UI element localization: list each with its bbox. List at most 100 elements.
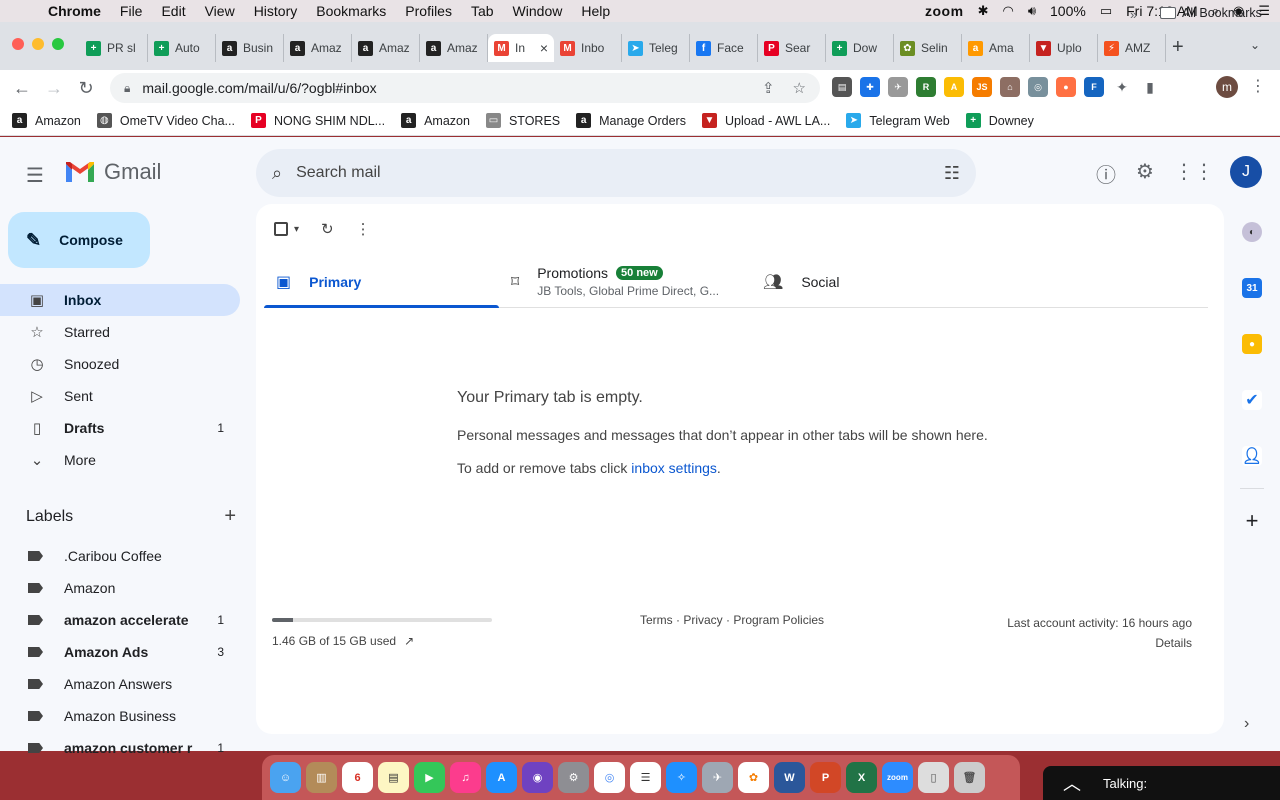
browser-tab[interactable]: f Face xyxy=(690,34,758,62)
minimize-window-button[interactable] xyxy=(32,38,44,50)
menu-app-name[interactable]: Chrome xyxy=(48,3,101,19)
search-options-icon[interactable]: ☷ xyxy=(944,163,960,184)
nav-item-snoozed[interactable]: ◷ Snoozed xyxy=(0,348,240,380)
side-app[interactable]: 31 xyxy=(1228,260,1276,316)
facetime-dock-icon[interactable]: ▶ xyxy=(414,762,445,793)
extension-icon[interactable]: ✈ xyxy=(888,77,908,97)
extension-icon[interactable]: A xyxy=(944,77,964,97)
nav-item-drafts[interactable]: ▯ Drafts 1 xyxy=(0,412,240,444)
downloads-dock-icon[interactable]: ▯ xyxy=(918,762,949,793)
side-app[interactable]: ✔ xyxy=(1228,372,1276,428)
browser-tab[interactable]: a Busin xyxy=(216,34,284,62)
close-window-button[interactable] xyxy=(12,38,24,50)
extension-icon[interactable]: ▤ xyxy=(832,77,852,97)
zoom-talking-panel[interactable]: ︿ Talking: xyxy=(1043,766,1280,800)
side-panel-icon[interactable]: ▮ xyxy=(1140,77,1160,97)
browser-tab[interactable]: a Amaz xyxy=(352,34,420,62)
search-input[interactable] xyxy=(296,164,897,182)
menu-edit[interactable]: Edit xyxy=(161,3,185,19)
tab-social[interactable]: 👥︎ Social xyxy=(751,256,951,307)
battery-icon[interactable]: ▭ xyxy=(1100,3,1112,19)
browser-tab[interactable]: ➤ Teleg xyxy=(622,34,690,62)
browser-tab[interactable]: a Amaz xyxy=(284,34,352,62)
bookmark-item[interactable]: ➤ Telegram Web xyxy=(846,113,950,128)
menu-bookmarks[interactable]: Bookmarks xyxy=(316,3,386,19)
extension-icon[interactable]: R xyxy=(916,77,936,97)
bookmark-item[interactable]: P NONG SHIM NDL... xyxy=(250,113,385,128)
browser-tab[interactable]: + PR sl xyxy=(80,34,148,62)
browser-tab[interactable]: ⚡ AMZ xyxy=(1098,34,1166,62)
expand-chevron-right-icon[interactable]: › xyxy=(1244,715,1249,733)
back-button[interactable]: ← xyxy=(6,78,38,99)
details-link[interactable]: Details xyxy=(1007,633,1192,653)
reminders-dock-icon[interactable]: ☰ xyxy=(630,762,661,793)
label-item[interactable]: .Caribou Coffee xyxy=(0,540,240,572)
zoom-dock-icon[interactable]: zoom xyxy=(882,762,913,793)
music-dock-icon[interactable]: ♫ xyxy=(450,762,481,793)
open-external-icon[interactable]: ↗ xyxy=(404,634,414,648)
volume-icon[interactable]: 🔊︎ xyxy=(1028,3,1036,19)
inbox-settings-link[interactable]: inbox settings xyxy=(631,460,717,476)
lock-icon[interactable]: 🔒︎ xyxy=(124,81,130,96)
menu-view[interactable]: View xyxy=(205,3,235,19)
footer-links[interactable]: Terms · Privacy · Program Policies xyxy=(640,613,824,627)
label-item[interactable]: Amazon xyxy=(0,572,240,604)
select-dropdown-icon[interactable]: ▾ xyxy=(294,224,299,235)
create-label-plus-icon[interactable]: + xyxy=(224,505,236,528)
browser-tab[interactable]: ▼ Uplo xyxy=(1030,34,1098,62)
bookmark-star-icon[interactable]: ☆ xyxy=(793,79,806,97)
side-app[interactable]: ● xyxy=(1228,316,1276,372)
more-actions-icon[interactable]: ⋮ xyxy=(356,220,371,238)
menu-tab[interactable]: Tab xyxy=(471,3,494,19)
app-store-dock-icon[interactable]: A xyxy=(486,762,517,793)
account-avatar[interactable]: J xyxy=(1230,156,1262,188)
menu-file[interactable]: File xyxy=(120,3,143,19)
browser-tab[interactable]: + Dow xyxy=(826,34,894,62)
puzzle-extensions-icon[interactable]: ✦ xyxy=(1112,77,1132,97)
menu-window[interactable]: Window xyxy=(513,3,563,19)
chrome-menu-icon[interactable]: ⋮ xyxy=(1250,76,1266,96)
help-icon[interactable]: ⓘ xyxy=(1096,159,1116,188)
bookmark-item[interactable]: ◍ OmeTV Video Cha... xyxy=(96,113,235,128)
extension-icon[interactable]: ● xyxy=(1056,77,1076,97)
select-all-control[interactable]: ▾ xyxy=(274,222,299,236)
trash-dock-icon[interactable]: 🗑︎ xyxy=(954,762,985,793)
word-dock-icon[interactable]: W xyxy=(774,762,805,793)
extension-icon[interactable]: ◎ xyxy=(1028,77,1048,97)
label-item[interactable]: amazon accelerate 1 xyxy=(0,604,240,636)
bookmark-item[interactable]: a Manage Orders xyxy=(576,113,686,128)
finder-icon[interactable]: ☺ xyxy=(270,762,301,793)
maximize-window-button[interactable] xyxy=(52,38,64,50)
chrome-dock-icon[interactable]: ◎ xyxy=(594,762,625,793)
reload-button[interactable]: ↻ xyxy=(70,78,102,99)
browser-tab[interactable]: a Ama xyxy=(962,34,1030,62)
main-menu-icon[interactable]: ☰ xyxy=(26,163,44,188)
compose-button[interactable]: ✎ Compose xyxy=(8,212,150,268)
menu-help[interactable]: Help xyxy=(581,3,610,19)
side-app[interactable]: ◐ xyxy=(1228,204,1276,260)
calendar-dock-icon[interactable]: 6 xyxy=(342,762,373,793)
tab-primary[interactable]: ▣ Primary xyxy=(264,256,499,308)
bookmark-item[interactable]: a Amazon xyxy=(12,113,81,128)
nav-item-more[interactable]: ⌄ More xyxy=(0,444,240,476)
forward-button[interactable]: → xyxy=(38,78,70,99)
gmail-logo[interactable]: Gmail xyxy=(64,159,161,185)
search-icon[interactable]: ⌕ xyxy=(272,163,282,184)
tab-search-chevron-icon[interactable]: ⌄ xyxy=(1250,38,1260,52)
extension-icon[interactable]: JS xyxy=(972,77,992,97)
extension-icon[interactable]: F xyxy=(1084,77,1104,97)
side-app[interactable]: 👤︎ xyxy=(1228,428,1276,484)
system-preferences-dock-icon[interactable]: ⚙ xyxy=(558,762,589,793)
browser-tab[interactable]: + Auto xyxy=(148,34,216,62)
wifi-icon[interactable]: ◠ xyxy=(1002,3,1013,19)
apps-grid-icon[interactable]: ⋮⋮ xyxy=(1174,159,1214,188)
bookmark-item[interactable]: ▭ STORES xyxy=(485,113,560,128)
new-tab-button[interactable]: + xyxy=(1172,36,1184,59)
share-icon[interactable]: ⇪ xyxy=(762,79,775,97)
url-text[interactable]: mail.google.com/mail/u/6/?ogbl#inbox xyxy=(142,80,376,96)
notes-dock-icon[interactable]: ▤ xyxy=(378,762,409,793)
browser-tab[interactable]: M Inbo xyxy=(554,34,622,62)
bookmark-item[interactable]: ▼ Upload - AWL LA... xyxy=(701,113,830,128)
safari-dock-icon[interactable]: ✧ xyxy=(666,762,697,793)
label-item[interactable]: amazon customer r 1 xyxy=(0,732,240,764)
